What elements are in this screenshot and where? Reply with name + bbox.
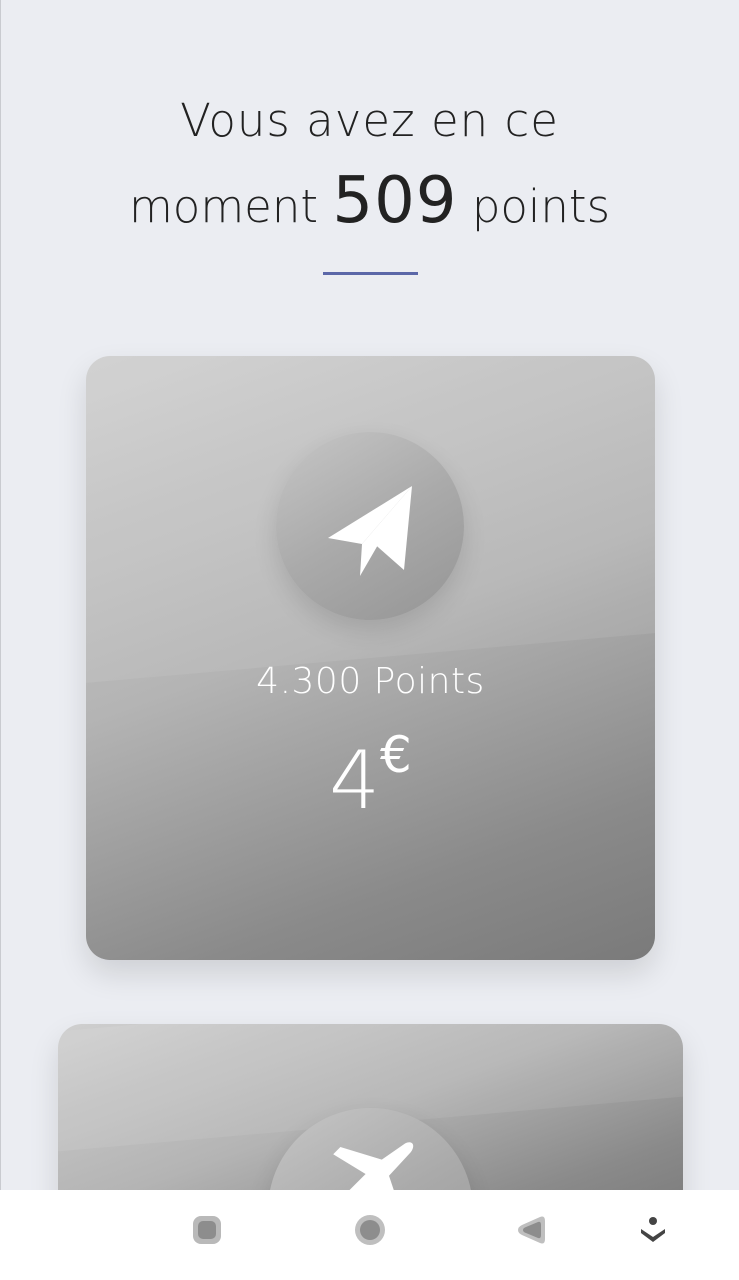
home-icon [355,1215,385,1245]
reward-points-label: 4.300 Points [256,661,485,702]
assistant-icon [641,1217,665,1242]
system-navbar [0,1190,739,1280]
reward-card[interactable]: 4.300 Points 4€ [86,356,655,960]
headline-divider [323,272,418,275]
points-headline: Vous avez en ce moment 509 points [0,88,739,240]
home-button[interactable] [352,1212,388,1248]
headline-line1: Vous avez en ce [180,94,559,147]
reward-icon-circle [276,432,464,620]
reward-amount: 4 [329,734,381,827]
reward-currency: € [380,726,412,784]
recent-apps-icon [193,1216,221,1244]
headline-prefix: moment [128,180,319,233]
reward-price: 4€ [86,726,655,827]
recent-apps-button[interactable] [189,1212,225,1248]
paper-plane-icon [328,486,412,576]
points-balance: 509 [332,164,458,238]
headline-suffix: points [471,180,611,233]
headline-line2: moment 509 points [0,168,739,240]
assistant-button[interactable] [635,1212,671,1248]
back-icon [518,1216,545,1244]
back-button[interactable] [513,1212,549,1248]
